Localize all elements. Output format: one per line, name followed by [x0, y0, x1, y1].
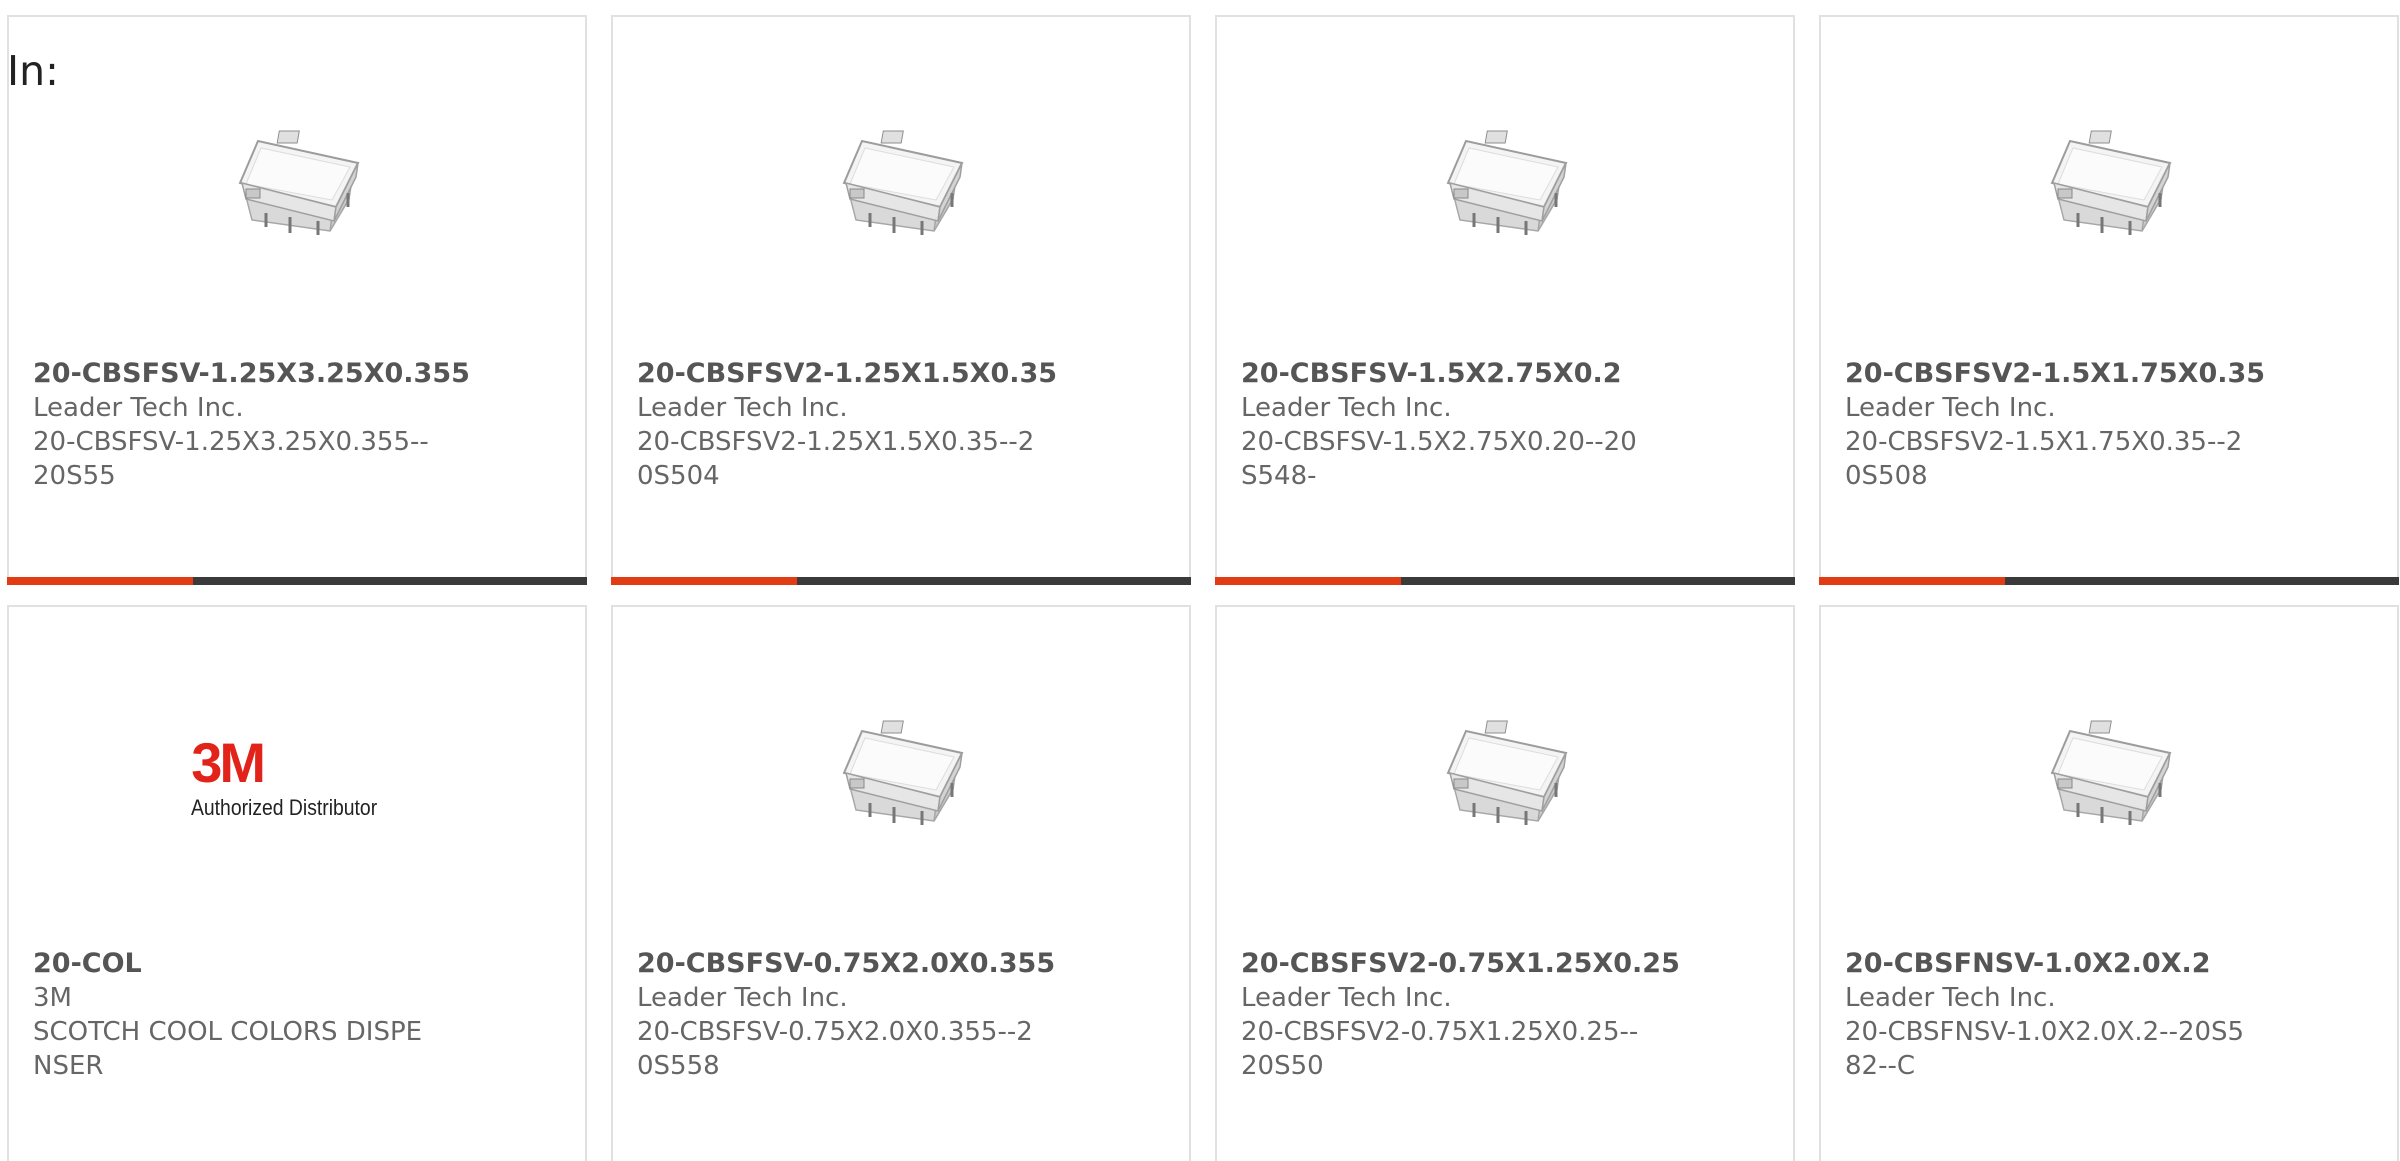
progress-bar-fill [1819, 577, 2005, 585]
part-number[interactable]: 20-CBSFSV-0.75X2.0X0.355 [637, 947, 1165, 981]
product-info: 20-CBSFSV-1.25X3.25X0.355 Leader Tech Inc… [33, 357, 561, 493]
part-number[interactable]: 20-CBSFSV-1.25X3.25X0.355 [33, 357, 561, 391]
product-image[interactable] [1217, 717, 1793, 857]
manufacturer: Leader Tech Inc. [637, 393, 848, 423]
rf-shield-can-icon [2034, 127, 2184, 267]
part-number[interactable]: 20-CBSFSV2-1.5X1.75X0.35 [1845, 357, 2373, 391]
product-image[interactable]: 3M Authorized Distributor [9, 717, 585, 857]
product-card[interactable]: 20-CBSFSV-1.25X3.25X0.355 Leader Tech Inc… [7, 15, 587, 585]
product-image[interactable] [613, 127, 1189, 267]
progress-bar [1215, 577, 1795, 585]
manufacturer: Leader Tech Inc. [33, 393, 244, 423]
part-number[interactable]: 20-COL [33, 947, 561, 981]
product-description: 20-CBSFNSV-1.0X2.0X.2--20S582--C [1845, 1017, 2245, 1081]
progress-bar [611, 577, 1191, 585]
in-label: In: [7, 47, 59, 95]
manufacturer: Leader Tech Inc. [1241, 393, 1452, 423]
part-number[interactable]: 20-CBSFSV-1.5X2.75X0.2 [1241, 357, 1769, 391]
product-image[interactable] [1821, 127, 2397, 267]
manufacturer: Leader Tech Inc. [1241, 983, 1452, 1013]
product-description: 20-CBSFSV-0.75X2.0X0.355--20S558 [637, 1017, 1033, 1081]
product-description: SCOTCH COOL COLORS DISPENSER [33, 1017, 423, 1081]
rf-shield-can-icon [826, 127, 976, 267]
rf-shield-can-icon [826, 717, 976, 857]
product-description: 20-CBSFSV-1.25X3.25X0.355--20S55 [33, 427, 429, 491]
3m-logo-text: Authorized Distributor [191, 795, 378, 820]
product-info: 20-CBSFSV2-0.75X1.25X0.25 Leader Tech Inc… [1241, 947, 1769, 1083]
product-info: 20-CBSFSV2-1.5X1.75X0.35 Leader Tech Inc.… [1845, 357, 2373, 493]
manufacturer: Leader Tech Inc. [1845, 393, 2056, 423]
progress-bar [7, 577, 587, 585]
product-info: 20-COL 3M SCOTCH COOL COLORS DISPENSER [33, 947, 561, 1083]
product-image[interactable] [1821, 717, 2397, 857]
product-image[interactable] [613, 717, 1189, 857]
product-card[interactable]: 20-CBSFSV-1.5X2.75X0.2 Leader Tech Inc. 20… [1215, 15, 1795, 585]
product-card[interactable]: 20-CBSFSV2-1.5X1.75X0.35 Leader Tech Inc.… [1819, 15, 2399, 585]
part-number[interactable]: 20-CBSFNSV-1.0X2.0X.2 [1845, 947, 2373, 981]
product-info: 20-CBSFNSV-1.0X2.0X.2 Leader Tech Inc. 20-… [1845, 947, 2373, 1083]
product-card[interactable]: 20-CBSFNSV-1.0X2.0X.2 Leader Tech Inc. 20-… [1819, 605, 2399, 1161]
product-card[interactable]: 3M Authorized Distributor 20-COL 3M SCOTCH C… [7, 605, 587, 1161]
product-image[interactable] [9, 127, 585, 267]
product-grid: 20-CBSFSV-1.25X3.25X0.355 Leader Tech Inc… [7, 15, 2399, 1161]
product-info: 20-CBSFSV-1.5X2.75X0.2 Leader Tech Inc. 20… [1241, 357, 1769, 493]
product-image[interactable] [1217, 127, 1793, 267]
product-card[interactable]: 20-CBSFSV-0.75X2.0X0.355 Leader Tech Inc.… [611, 605, 1191, 1161]
product-card[interactable]: 20-CBSFSV2-1.25X1.5X0.35 Leader Tech Inc.… [611, 15, 1191, 585]
manufacturer: Leader Tech Inc. [637, 983, 848, 1013]
progress-bar-fill [1215, 577, 1401, 585]
product-description: 20-CBSFSV2-0.75X1.25X0.25--20S50 [1241, 1017, 1639, 1081]
3m-logo-mark: 3M [191, 731, 266, 794]
rf-shield-can-icon [2034, 717, 2184, 857]
product-results-page: In: 20-CBSFSV-1.25X3.25X0.355 Leader Tech… [0, 0, 2400, 1161]
part-number[interactable]: 20-CBSFSV2-1.25X1.5X0.35 [637, 357, 1165, 391]
product-description: 20-CBSFSV2-1.25X1.5X0.35--20S504 [637, 427, 1035, 491]
product-info: 20-CBSFSV2-1.25X1.5X0.35 Leader Tech Inc.… [637, 357, 1165, 493]
progress-bar [1819, 577, 2399, 585]
product-info: 20-CBSFSV-0.75X2.0X0.355 Leader Tech Inc.… [637, 947, 1165, 1083]
product-card[interactable]: 20-CBSFSV2-0.75X1.25X0.25 Leader Tech Inc… [1215, 605, 1795, 1161]
rf-shield-can-icon [1430, 717, 1580, 857]
product-description: 20-CBSFSV-1.5X2.75X0.20--20S548- [1241, 427, 1637, 491]
rf-shield-can-icon [222, 127, 372, 267]
manufacturer: 3M [33, 983, 72, 1013]
part-number[interactable]: 20-CBSFSV2-0.75X1.25X0.25 [1241, 947, 1769, 981]
rf-shield-can-icon [1430, 127, 1580, 267]
3m-logo: 3M Authorized Distributor [191, 717, 403, 857]
manufacturer: Leader Tech Inc. [1845, 983, 2056, 1013]
progress-bar-fill [611, 577, 797, 585]
progress-bar-fill [7, 577, 193, 585]
product-description: 20-CBSFSV2-1.5X1.75X0.35--20S508 [1845, 427, 2243, 491]
